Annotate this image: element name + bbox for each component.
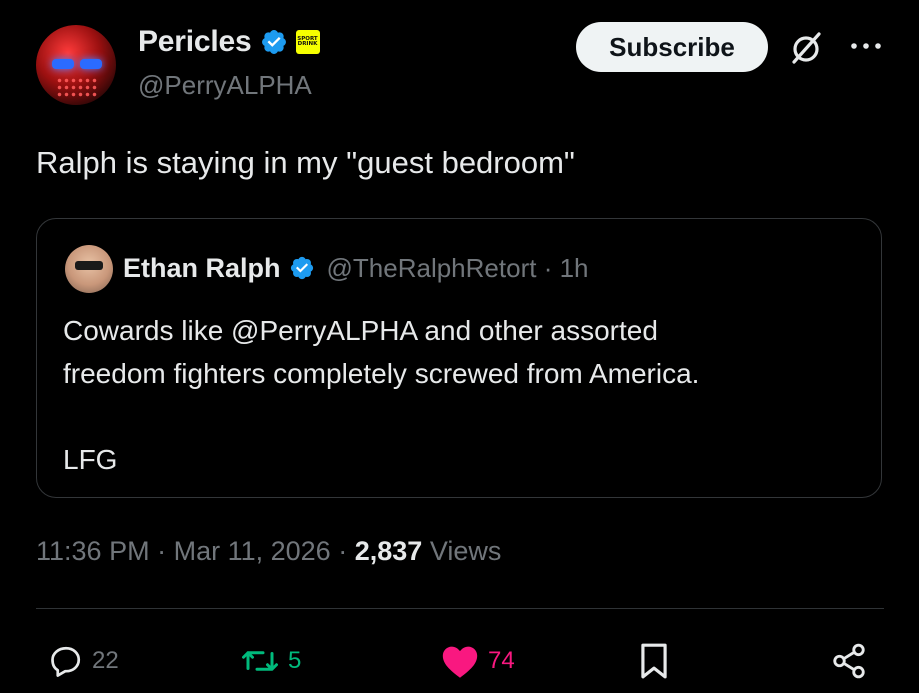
separator-dot: ·: [338, 536, 355, 566]
affiliation-badge[interactable]: SPORT DRINK: [295, 30, 320, 54]
separator-dot: ·: [157, 536, 174, 566]
divider: [36, 608, 884, 609]
more-horizontal-icon[interactable]: [848, 38, 884, 54]
subscribe-button[interactable]: Subscribe: [576, 22, 768, 72]
affiliation-badge-text: SPORT DRINK: [297, 35, 318, 47]
reply-button[interactable]: 22: [48, 642, 119, 680]
share-button[interactable]: [830, 642, 868, 680]
verified-badge-icon: [290, 256, 313, 280]
like-button[interactable]: 74: [440, 642, 515, 680]
avatar-eye: [80, 59, 102, 69]
quoted-author-row: Ethan Ralph @TheRalphRetort · 1h: [123, 251, 589, 285]
quoted-author-name[interactable]: Ethan Ralph: [123, 253, 281, 284]
share-icon: [833, 643, 865, 679]
author-display-name[interactable]: Pericles: [138, 25, 252, 59]
quoted-tweet-card[interactable]: Ethan Ralph @TheRalphRetort · 1h Cowards…: [36, 218, 882, 498]
grok-icon[interactable]: [786, 28, 826, 68]
repost-count: 5: [288, 647, 302, 674]
author-name-row: Pericles SPORT DRINK: [138, 24, 320, 60]
quoted-tweet-closing: LFG: [63, 444, 118, 475]
quoted-tweet-line: Cowards like @PerryALPHA and other assor…: [63, 315, 658, 346]
reply-icon: [51, 646, 81, 677]
bookmark-icon: [641, 643, 667, 679]
verified-badge-icon[interactable]: [260, 28, 288, 56]
views-count: 2,837: [354, 536, 423, 566]
quoted-tweet-age[interactable]: 1h: [560, 253, 589, 283]
tweet-time[interactable]: 11:36 PM: [36, 536, 150, 566]
quoted-tweet-text: Cowards like @PerryALPHA and other assor…: [63, 309, 699, 481]
separator-dot: ·: [543, 252, 560, 283]
like-count: 74: [488, 647, 515, 674]
bookmark-button[interactable]: [638, 642, 670, 680]
heart-icon: [442, 646, 478, 678]
quoted-tweet-line: freedom fighters completely screwed from…: [63, 358, 700, 389]
reply-count: 22: [92, 647, 119, 674]
avatar-eye: [52, 59, 74, 69]
author-handle[interactable]: @PerryALPHA: [138, 70, 312, 101]
tweet-date[interactable]: Mar 11, 2026: [174, 536, 331, 566]
tweet-metadata: 11:36 PM · Mar 11, 2026 · 2,837 Views: [36, 536, 501, 567]
views-label: Views: [429, 536, 502, 566]
avatar-pattern: [56, 77, 98, 97]
quoted-author-avatar[interactable]: [65, 245, 113, 293]
author-avatar[interactable]: [36, 25, 116, 105]
repost-icon: [242, 651, 278, 671]
avatar-glasses: [75, 261, 103, 270]
tweet-text: Ralph is staying in my "guest bedroom": [36, 145, 575, 180]
repost-button[interactable]: 5: [240, 642, 301, 680]
quoted-author-handle[interactable]: @TheRalphRetort: [327, 253, 537, 283]
